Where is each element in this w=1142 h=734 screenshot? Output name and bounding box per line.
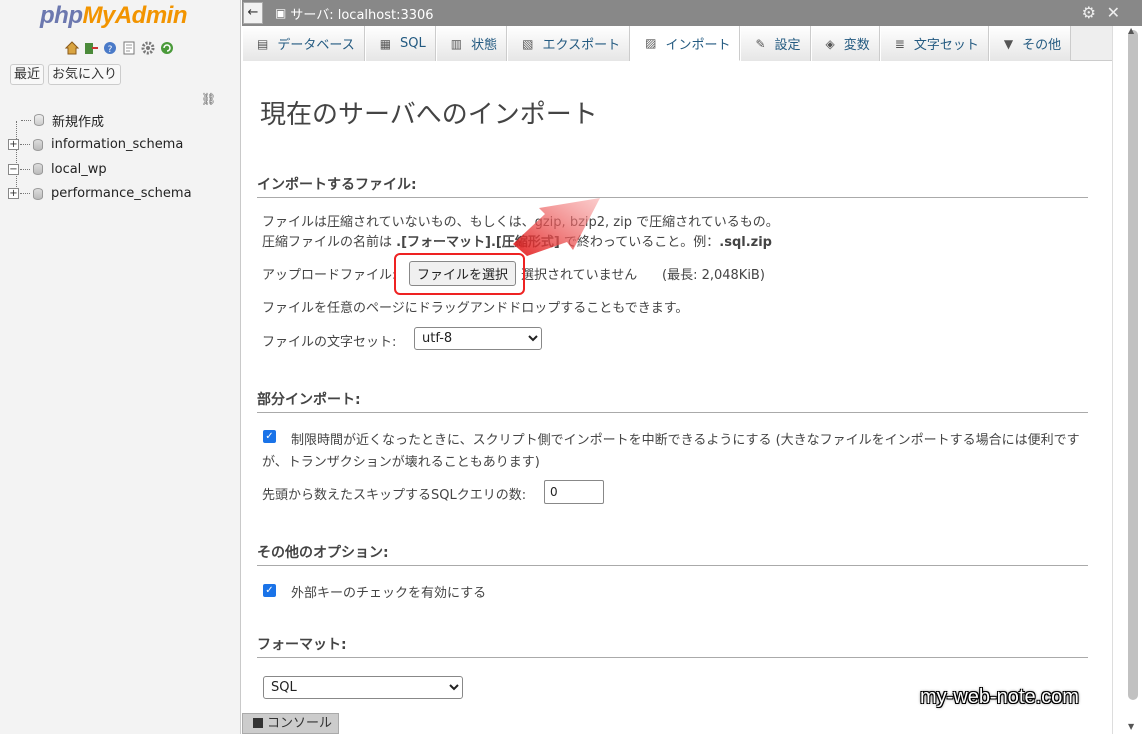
more-icon: ▼ bbox=[1003, 36, 1014, 51]
sql-icon: ▦ bbox=[379, 36, 392, 51]
wrench-icon: ✎ bbox=[755, 36, 766, 51]
tab-export[interactable]: ▧ エクスポート bbox=[507, 26, 631, 61]
drag-drop-info: ファイルを任意のページにドラッグアンドドロップすることもできます。 bbox=[262, 301, 689, 316]
format-select[interactable]: SQL bbox=[263, 676, 463, 699]
database-icon bbox=[33, 163, 43, 176]
highlight-box bbox=[394, 253, 525, 295]
navigation-sidebar: phpMyAdmin ? 最近 お気に入り ⛓ 新規作成 + informati… bbox=[0, 0, 241, 734]
reload-icon[interactable] bbox=[159, 40, 175, 56]
import-icon: ▨ bbox=[645, 36, 657, 50]
scrollbar-thumb[interactable] bbox=[1128, 30, 1138, 700]
expand-icon[interactable]: + bbox=[8, 188, 19, 200]
partial-section-heading: 部分インポート: bbox=[257, 389, 1088, 413]
foreign-key-checkbox[interactable]: ✓ bbox=[263, 584, 276, 597]
console-icon bbox=[253, 718, 263, 728]
recent-tab[interactable]: 最近 bbox=[10, 64, 45, 85]
file-section-heading: インポートするファイル: bbox=[257, 174, 1088, 198]
expand-icon[interactable]: + bbox=[8, 139, 19, 151]
scroll-up-icon[interactable]: ▲ bbox=[1128, 26, 1134, 35]
link-icon[interactable]: ⛓ bbox=[201, 92, 216, 106]
tree-item-performance-schema[interactable]: + performance_schema bbox=[8, 182, 192, 207]
tab-settings[interactable]: ✎ 設定 bbox=[740, 26, 811, 61]
export-icon: ▧ bbox=[522, 36, 534, 51]
new-db-icon bbox=[34, 114, 44, 127]
no-file-text: 選択されていません bbox=[521, 268, 638, 283]
other-options-heading: その他のオプション: bbox=[257, 542, 1088, 566]
database-icon: ▤ bbox=[257, 36, 269, 51]
tab-status[interactable]: ▥ 状態 bbox=[435, 26, 508, 61]
tab-sql[interactable]: ▦ SQL bbox=[364, 26, 436, 61]
database-icon bbox=[33, 138, 43, 151]
settings-icon[interactable] bbox=[140, 40, 156, 56]
collapse-icon[interactable]: ✕ bbox=[1107, 3, 1120, 22]
charset-icon: ≣ bbox=[894, 36, 905, 51]
server-icon: ▣ bbox=[275, 6, 287, 20]
tree-item-local-wp[interactable]: − local_wp bbox=[8, 157, 192, 182]
server-breadcrumb[interactable]: サーバ: localhost:3306 bbox=[290, 4, 433, 23]
foreign-key-label: 外部キーのチェックを有効にする bbox=[291, 586, 487, 601]
favorites-tab[interactable]: お気に入り bbox=[48, 64, 122, 85]
back-button[interactable]: ← bbox=[243, 2, 263, 24]
variables-icon: ◈ bbox=[825, 36, 835, 51]
help-icon[interactable]: ? bbox=[102, 40, 118, 56]
svg-text:?: ? bbox=[108, 45, 113, 55]
interrupt-checkbox[interactable]: ✓ bbox=[263, 430, 276, 443]
exit-icon[interactable] bbox=[83, 40, 99, 56]
format-heading: フォーマット: bbox=[257, 634, 1088, 658]
interrupt-label-line1: 制限時間が近くなったときに、スクリプト側でインポートを中断できるようにする (大… bbox=[291, 433, 1080, 448]
page-title: 現在のサーバへのインポート bbox=[260, 100, 598, 130]
console-toggle[interactable]: コンソール bbox=[242, 713, 339, 734]
red-arrow-icon bbox=[513, 198, 600, 256]
tab-variables[interactable]: ◈ 変数 bbox=[810, 26, 880, 61]
collapse-icon[interactable]: − bbox=[8, 163, 19, 175]
tab-import[interactable]: ▨ インポート bbox=[630, 26, 741, 61]
charset-label: ファイルの文字セット: bbox=[262, 335, 397, 350]
tree-item-information-schema[interactable]: + information_schema bbox=[8, 133, 192, 158]
database-tree: 新規作成 + information_schema − local_wp + p… bbox=[8, 108, 192, 206]
tab-more[interactable]: ▼ その他 bbox=[988, 26, 1072, 61]
tab-databases[interactable]: ▤ データベース bbox=[242, 26, 365, 61]
tab-charsets[interactable]: ≣ 文字セット bbox=[879, 26, 989, 61]
database-icon bbox=[33, 187, 43, 200]
watermark: my-web-note.com bbox=[920, 686, 1079, 708]
phpmyadmin-logo[interactable]: phpMyAdmin bbox=[40, 2, 188, 30]
docs-icon[interactable] bbox=[121, 40, 137, 56]
main-tabs: ▤ データベース ▦ SQL ▥ 状態 ▧ エクスポート ▨ インポート ✎ 設定 ◈ 変数 … bbox=[242, 26, 1112, 61]
scroll-down-icon[interactable]: ▼ bbox=[1128, 722, 1134, 731]
max-size-text: (最長: 2,048KiB) bbox=[662, 268, 765, 283]
interrupt-label-line2: が、トランザクションが壊れることもあります) bbox=[262, 455, 540, 470]
skip-queries-label: 先頭から数えたスキップするSQLクエリの数: bbox=[262, 488, 527, 503]
upload-label: アップロードファイル: bbox=[262, 268, 397, 283]
home-icon[interactable] bbox=[64, 40, 80, 56]
charset-select[interactable]: utf-8 bbox=[414, 327, 542, 350]
server-breadcrumb-bar: ← ▣ サーバ: localhost:3306 ⚙ ✕ bbox=[242, 0, 1142, 26]
nav-icon-bar: ? bbox=[64, 40, 175, 56]
status-icon: ▥ bbox=[450, 36, 463, 51]
tree-item-new[interactable]: 新規作成 bbox=[8, 108, 192, 133]
gear-icon[interactable]: ⚙ bbox=[1082, 3, 1096, 22]
skip-queries-input[interactable] bbox=[544, 480, 604, 504]
